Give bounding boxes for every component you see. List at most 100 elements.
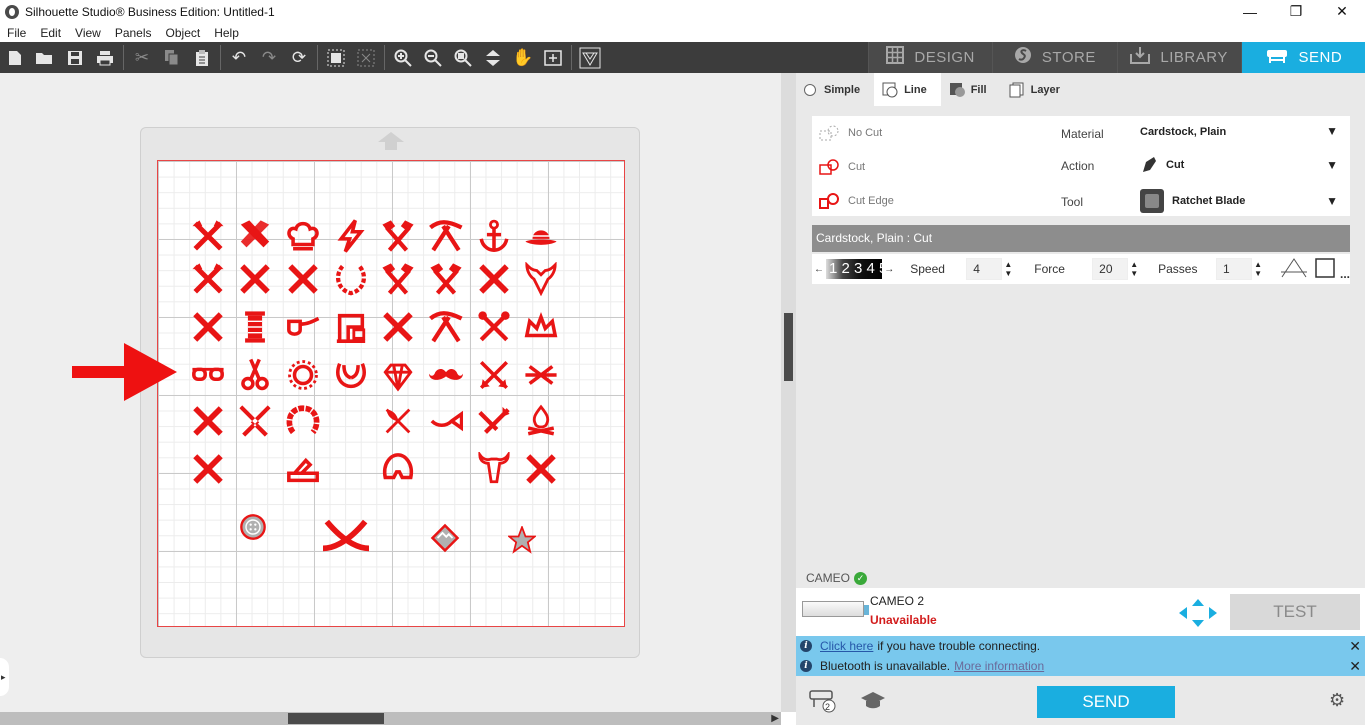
passes-input[interactable]: 1 [1216, 258, 1253, 280]
vertical-scrollbar[interactable] [781, 73, 796, 712]
horizontal-scroll-thumb[interactable] [288, 713, 384, 724]
open-folder-icon[interactable] [30, 42, 60, 73]
more-information-link[interactable]: More information [954, 659, 1044, 673]
crossed-x-icon[interactable] [238, 262, 272, 296]
crossed-bones-icon[interactable] [323, 512, 369, 558]
crossed-x-icon[interactable] [524, 452, 558, 486]
action-dropdown-icon[interactable]: ▼ [1326, 158, 1338, 172]
line-segment-overcut-icon[interactable] [1280, 257, 1308, 282]
group-icon[interactable] [321, 42, 351, 73]
crossed-hammers-icon[interactable] [381, 262, 415, 296]
tab-layer[interactable]: Layer [1001, 73, 1074, 106]
menu-panels[interactable]: Panels [108, 26, 159, 40]
more-options-button[interactable]: ... [1340, 267, 1350, 281]
sewing-button-icon[interactable] [239, 513, 267, 541]
menu-view[interactable]: View [68, 26, 108, 40]
close-notice-icon[interactable]: ✕ [1349, 638, 1361, 654]
woodworking-plane-icon[interactable] [286, 452, 320, 486]
menu-help[interactable]: Help [207, 26, 246, 40]
ungroup-icon[interactable] [351, 42, 381, 73]
speed-input[interactable]: 4 [966, 258, 1003, 280]
tab-send[interactable]: SEND [1240, 42, 1365, 73]
crossed-axes-icon[interactable] [191, 262, 225, 296]
force-stepper-icon[interactable]: ▲ ▼ [1130, 260, 1138, 278]
machine-row[interactable]: CAMEO 2 Unavailable TEST [796, 588, 1365, 636]
crossed-hammers-icon[interactable] [381, 219, 415, 253]
cut-icon[interactable]: ✂ [127, 42, 157, 73]
material-select[interactable]: Cardstock, Plain [1140, 124, 1226, 140]
shovel-axe-icon[interactable] [477, 404, 511, 438]
tab-line[interactable]: Line [874, 73, 941, 106]
antlers-icon[interactable] [334, 358, 368, 392]
crossed-knives-icon[interactable] [238, 404, 272, 438]
settings-gear-icon[interactable]: ⚙ [1329, 690, 1345, 711]
crossed-pickaxes-icon[interactable] [429, 219, 463, 253]
action-select[interactable]: Cut [1140, 154, 1184, 176]
zoom-page-icon[interactable] [538, 42, 568, 73]
crossed-x-icon[interactable] [286, 262, 320, 296]
sewing-machine-icon[interactable] [334, 310, 368, 344]
crossed-x-icon[interactable] [191, 310, 225, 344]
menu-edit[interactable]: Edit [33, 26, 68, 40]
hand-icon[interactable]: ✋ [508, 42, 538, 73]
hunting-horn-icon[interactable] [429, 404, 463, 438]
star-icon[interactable] [508, 526, 536, 554]
crown-icon[interactable] [524, 310, 558, 344]
vertical-scroll-thumb[interactable] [784, 313, 793, 381]
zoom-out-icon[interactable] [418, 42, 448, 73]
tab-simple[interactable]: Simple [796, 73, 874, 106]
panel-expand-handle[interactable]: ▸ [0, 658, 9, 696]
zoom-fit-icon[interactable] [448, 42, 478, 73]
minimize-button[interactable]: — [1227, 0, 1273, 23]
passes-stepper-icon[interactable]: ▲ ▼ [1254, 260, 1262, 278]
speed-stepper-icon[interactable]: ▲ ▼ [1004, 260, 1012, 278]
cut-edge-option[interactable]: Cut Edge [812, 184, 1018, 218]
tool-select[interactable]: Ratchet Blade [1140, 188, 1245, 214]
copy-icon[interactable] [157, 42, 187, 73]
horseshoe-icon[interactable] [286, 404, 320, 438]
bowler-hat-icon[interactable] [524, 219, 558, 253]
tab-design[interactable]: DESIGN [868, 42, 993, 73]
diamond-icon[interactable] [381, 358, 415, 392]
lightning-icon[interactable] [334, 219, 368, 253]
paste-icon[interactable] [187, 42, 217, 73]
new-document-icon[interactable] [0, 42, 30, 73]
scissors-icon[interactable] [238, 358, 272, 392]
print-icon[interactable] [90, 42, 120, 73]
design-canvas[interactable] [0, 73, 781, 712]
crossed-pickaxes-icon[interactable] [429, 310, 463, 344]
maximize-button[interactable]: ❐ [1273, 0, 1319, 23]
save-icon[interactable] [60, 42, 90, 73]
redo-icon[interactable]: ↷ [254, 42, 284, 73]
cut-box-icon[interactable] [1314, 257, 1336, 282]
mustache-icon[interactable] [429, 358, 463, 392]
blade-depth-dial[interactable]: 1 2 3 4 5 [826, 259, 883, 279]
cut-option[interactable]: Cut [812, 150, 1018, 184]
close-notice-icon[interactable]: ✕ [1349, 658, 1361, 674]
anchor-icon[interactable] [477, 219, 511, 253]
sun-gear-icon[interactable] [286, 358, 320, 392]
crossed-cleavers-icon[interactable] [238, 219, 272, 253]
zoom-in-icon[interactable] [388, 42, 418, 73]
tab-library[interactable]: LIBRARY [1116, 42, 1241, 73]
blade-left-arrow-icon[interactable]: ← [814, 264, 824, 275]
scroll-right-icon[interactable]: ▶ [771, 713, 779, 724]
blade-right-arrow-icon[interactable]: → [884, 264, 894, 275]
deer-head-icon[interactable] [524, 262, 558, 296]
redraw-icon[interactable]: ⟳ [284, 42, 314, 73]
design-store-icon[interactable] [575, 42, 605, 73]
no-cut-option[interactable]: No Cut [812, 116, 1018, 150]
cutting-grid[interactable] [157, 160, 625, 627]
close-button[interactable]: ✕ [1319, 0, 1365, 23]
crossed-x-icon[interactable] [381, 310, 415, 344]
move-blade-arrows-icon[interactable] [1178, 598, 1218, 628]
crossed-axes-icon[interactable] [191, 219, 225, 253]
force-input[interactable]: 20 [1092, 258, 1129, 280]
crossed-feathers-icon[interactable] [381, 404, 415, 438]
tab-store[interactable]: STORE [992, 42, 1117, 73]
chef-hat-icon[interactable] [286, 219, 320, 253]
pan-down-icon[interactable] [478, 42, 508, 73]
bow-and-arrows-icon[interactable] [524, 358, 558, 392]
helmet-icon[interactable] [381, 452, 415, 486]
thread-spool-icon[interactable] [238, 310, 272, 344]
